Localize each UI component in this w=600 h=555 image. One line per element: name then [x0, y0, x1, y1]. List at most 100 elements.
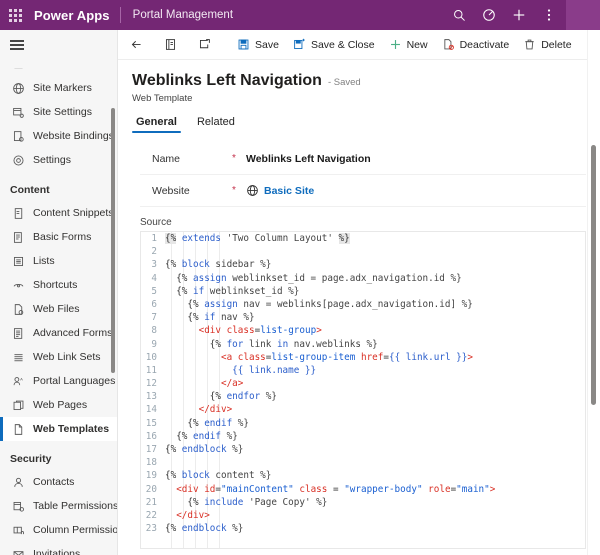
line-number: 1	[151, 233, 157, 244]
sidebar-item-lists[interactable]: Lists	[0, 249, 117, 273]
code-line: 19 {% block content %}	[141, 469, 585, 482]
tab-general[interactable]: General	[132, 116, 181, 133]
sidebar-item-column-permissio[interactable]: Column Permissio...	[0, 518, 117, 542]
code-token: in	[276, 338, 289, 350]
waffle-grid-icon[interactable]	[0, 0, 30, 30]
code-token: for	[226, 338, 244, 350]
lookup-field-value[interactable]: Basic Site	[246, 184, 314, 197]
code-line: 13 {% endfor %}	[141, 390, 585, 403]
sidebar-item-web-templates[interactable]: Web Templates	[0, 417, 117, 441]
sidebar-item-invitations[interactable]: Invitations	[0, 542, 117, 555]
sidebar-item-advanced-forms[interactable]: Advanced Forms	[0, 321, 117, 345]
code-line: 8 <div class=list-group>	[141, 324, 585, 337]
sidebar-item-website-bindings[interactable]: Website Bindings	[0, 124, 117, 148]
code-text: {% endblock %}	[163, 522, 243, 535]
more-vertical-icon[interactable]	[534, 0, 564, 30]
code-token: %}	[260, 391, 277, 403]
code-line: 15 {% endif %}	[141, 417, 585, 430]
code-text: {% block sidebar %}	[163, 258, 271, 271]
code-text: {% endfor %}	[163, 390, 277, 403]
sidebar-item-portal-languages[interactable]: A Portal Languages	[0, 369, 117, 393]
form-tabs: General Related	[118, 116, 600, 133]
invitation-icon	[10, 546, 26, 555]
table-permission-icon	[10, 498, 26, 514]
deactivate-button-label: Deactivate	[459, 38, 510, 51]
source-code-editor[interactable]: 1 {% extends 'Two Column Layout' %} 2 3 {% b…	[140, 231, 586, 549]
popout-button[interactable]	[190, 30, 224, 60]
form-selector-button[interactable]	[156, 30, 190, 60]
page-scrollbar-thumb[interactable]	[591, 145, 596, 405]
code-line: 3 {% block sidebar %}	[141, 258, 585, 271]
sidebar-item-web-link-sets[interactable]: Web Link Sets	[0, 345, 117, 369]
code-token: block	[181, 259, 210, 271]
plus-icon[interactable]	[504, 0, 534, 30]
code-line: 22 </div>	[141, 509, 585, 522]
code-token: {%	[165, 338, 227, 350]
new-button[interactable]: New	[382, 30, 435, 60]
code-text: {% assign nav = weblinks[page.adx_naviga…	[163, 298, 473, 311]
save-and-close-button[interactable]: Save & Close	[286, 30, 382, 60]
line-number: 9	[151, 338, 157, 350]
avatar[interactable]	[566, 0, 600, 30]
sidebar-item-web-files[interactable]: Web Files	[0, 297, 117, 321]
sidebar-item-shortcuts[interactable]: Shortcuts	[0, 273, 117, 297]
sidebar-item-hidden[interactable]	[0, 60, 117, 76]
code-token: weblinkset_id = page.adx_navigation.id %…	[226, 272, 462, 284]
sidebar-item-site-markers[interactable]: Site Markers	[0, 76, 117, 100]
save-icon	[237, 38, 250, 51]
sidebar-item-settings[interactable]: Settings	[0, 148, 117, 172]
code-text: {% if weblinkset_id %}	[163, 285, 299, 298]
code-token: {%	[165, 233, 177, 244]
code-line: 7 {% if nav %}	[141, 311, 585, 324]
required-indicator: *	[232, 185, 236, 196]
sidebar-item-label: Web Pages	[33, 399, 88, 411]
brand-title[interactable]: Power Apps	[30, 8, 120, 23]
code-token: extends	[181, 233, 221, 244]
code-token: assign	[193, 272, 227, 284]
line-number: 12	[145, 378, 157, 390]
hamburger-menu-icon[interactable]	[0, 30, 117, 60]
web-file-icon	[10, 301, 26, 317]
code-token: =	[327, 483, 345, 495]
code-line: 5 {% if weblinkset_id %}	[141, 285, 585, 298]
sidebar-item-site-settings[interactable]: Site Settings	[0, 100, 117, 124]
gear-icon	[10, 152, 26, 168]
code-line: 9 {% for link in nav.weblinks %}	[141, 338, 585, 351]
search-icon[interactable]	[444, 0, 474, 30]
tab-related[interactable]: Related	[193, 116, 239, 133]
text-field-value[interactable]: Weblinks Left Navigation	[246, 153, 371, 165]
sidebar-item-basic-forms[interactable]: Basic Forms	[0, 225, 117, 249]
code-text: {{ link.name }}	[163, 364, 316, 377]
deactivate-button[interactable]: Deactivate	[435, 30, 517, 60]
app-name-label: Portal Management	[132, 9, 234, 21]
delete-button[interactable]: Delete	[516, 30, 578, 60]
lookup-link[interactable]: Basic Site	[264, 185, 314, 197]
column-permission-icon	[10, 522, 26, 538]
sidebar-item-label: Settings	[33, 154, 71, 166]
code-line: 12 </a>	[141, 377, 585, 390]
code-token: class	[237, 351, 266, 363]
sidebar-item-contacts[interactable]: Contacts	[0, 470, 117, 494]
code-line: 23 {% endblock %}	[141, 522, 585, 535]
sidebar-scrollbar[interactable]	[111, 108, 115, 373]
code-token: <div	[198, 325, 227, 337]
code-token: content %}	[209, 470, 272, 482]
settings-gear-icon[interactable]	[474, 0, 504, 30]
code-text: </div>	[163, 509, 210, 522]
code-token: {%	[165, 391, 227, 403]
sidebar-scroll-area[interactable]: Site Markers Site Settings Website Binding…	[0, 60, 117, 555]
code-token: include	[204, 496, 244, 508]
sidebar-item-content-snippets[interactable]: Content Snippets	[0, 201, 117, 225]
save-button[interactable]: Save	[230, 30, 286, 60]
line-number: 11	[145, 364, 157, 376]
sidebar-item-web-pages[interactable]: Web Pages	[0, 393, 117, 417]
code-token: "main"	[456, 483, 490, 495]
code-text: {% endif %}	[163, 430, 238, 443]
sidebar-item-label: Shortcuts	[33, 279, 78, 291]
sidebar-item-table-permissions[interactable]: Table Permissions	[0, 494, 117, 518]
page-scroll-track[interactable]	[587, 30, 600, 555]
back-button[interactable]	[122, 30, 156, 60]
